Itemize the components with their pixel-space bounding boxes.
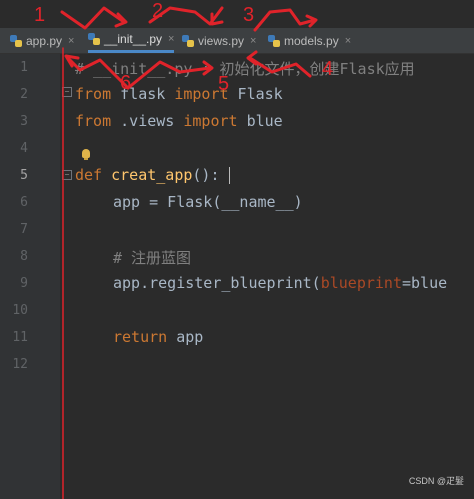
annotation-number: 5 (218, 73, 230, 95)
annotation-arrow-6 (66, 56, 130, 90)
annotation-arrow-5 (126, 60, 212, 90)
annotation-number: 3 (243, 4, 255, 26)
annotation-number: 4 (322, 58, 334, 80)
watermark: CSDN @疋髮 (408, 476, 464, 486)
annotation-arrows (60, 6, 318, 499)
annotation-number: 1 (34, 4, 46, 26)
annotation-number: 6 (120, 72, 132, 94)
annotation-arrow-3 (253, 8, 317, 32)
annotation-arrow-1 (60, 6, 126, 30)
annotation-number: 2 (152, 0, 164, 22)
annotation-arrow-4 (248, 56, 312, 78)
